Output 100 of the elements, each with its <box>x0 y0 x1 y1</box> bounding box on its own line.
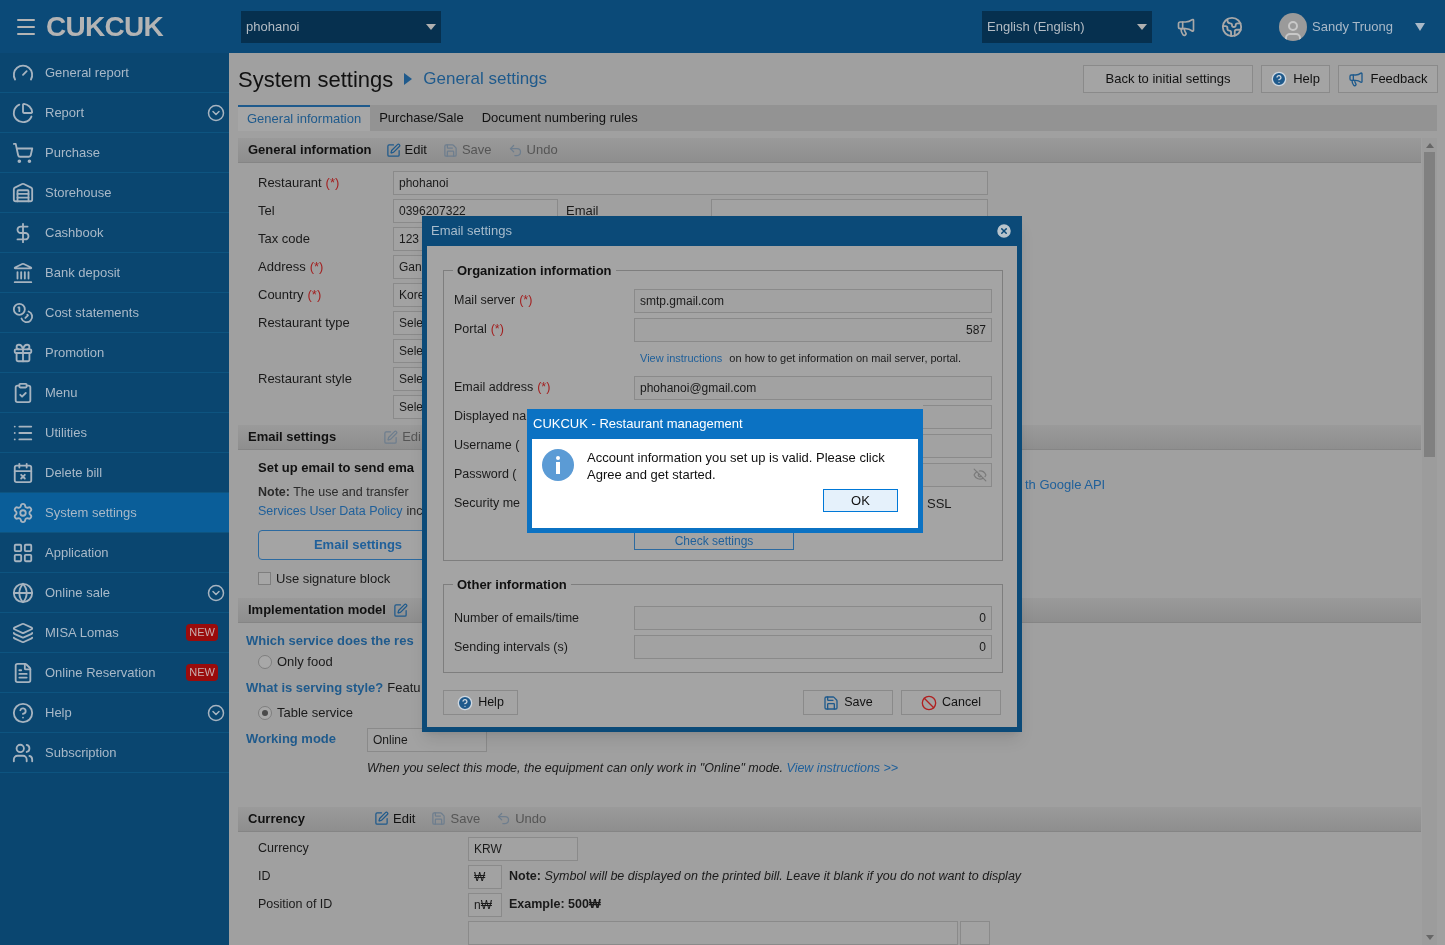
google-api-link[interactable]: th Google API <box>1025 475 1106 493</box>
edit-icon[interactable] <box>392 602 408 618</box>
field-label: Email <box>566 202 600 221</box>
text-field[interactable] <box>923 433 992 458</box>
text-field[interactable]: 0 <box>634 635 992 659</box>
question-text: Which service does the res <box>246 632 414 649</box>
text-field[interactable]: smtp.gmail.com <box>634 288 992 313</box>
help-button[interactable]: Help <box>443 690 518 715</box>
field-label: Tax code <box>258 230 311 249</box>
text-field[interactable] <box>468 920 958 945</box>
globe-icon[interactable] <box>1221 15 1244 38</box>
sidebar-item[interactable]: Online Reservation NEW <box>0 653 229 693</box>
sidebar-label: General report <box>45 63 130 82</box>
info-icon <box>542 449 574 481</box>
sidebar-label: Promotion <box>45 343 106 362</box>
text-field[interactable]: phohanoi@gmail.com <box>634 375 992 400</box>
text-field[interactable]: phohanoi <box>393 171 988 195</box>
sidebar-label: Bank deposit <box>45 263 122 282</box>
message-box-title: CUKCUK - Restaurant management <box>533 415 743 434</box>
page-title: System settings <box>238 65 394 94</box>
breadcrumb-link[interactable]: General settings <box>423 66 548 92</box>
field-label: Username ( <box>454 437 520 455</box>
edit-icon <box>383 429 399 445</box>
edit-icon <box>385 142 401 158</box>
field-label: Restaurant type <box>258 314 350 333</box>
note-text: inc <box>406 502 423 520</box>
expand-icon[interactable] <box>207 103 225 122</box>
edit-button[interactable]: Edit <box>374 809 416 829</box>
sidebar-item[interactable]: Bank deposit <box>0 253 229 293</box>
text-field[interactable]: KRW <box>468 836 578 861</box>
section-title: Currency <box>248 810 306 828</box>
sidebar-item[interactable]: MISA Lomas NEW <box>0 613 229 653</box>
expand-icon[interactable] <box>207 583 225 602</box>
sidebar-label: Cost statements <box>45 303 140 322</box>
expand-icon[interactable] <box>207 703 225 722</box>
reset-button[interactable]: Back to initial settings <box>1083 65 1253 93</box>
section-title: Implementation model <box>248 601 386 620</box>
breadcrumb-arrow-icon <box>404 73 413 85</box>
password-field[interactable] <box>923 462 992 487</box>
tab[interactable]: Purchase/Sale <box>370 105 473 131</box>
sidebar-item[interactable]: Online sale <box>0 573 229 613</box>
text-field[interactable] <box>923 404 992 429</box>
sidebar-item[interactable]: Report <box>0 93 229 133</box>
help-button[interactable]: Help <box>1261 65 1330 93</box>
sidebar-item[interactable]: System settings <box>0 493 229 533</box>
fieldset-title: Other information <box>456 575 568 594</box>
text-field[interactable]: n₩ <box>468 892 502 917</box>
checkbox[interactable] <box>258 571 271 585</box>
text-field[interactable]: ₩ <box>468 864 502 889</box>
sidebar-item[interactable]: Application <box>0 533 229 573</box>
scroll-down-icon[interactable] <box>1425 935 1434 940</box>
scrollbar[interactable] <box>1422 138 1437 945</box>
language-select[interactable]: English (English) <box>982 10 1153 43</box>
scroll-up-icon[interactable] <box>1425 143 1434 148</box>
save-button[interactable]: Save <box>803 690 893 715</box>
feedback-button[interactable]: Feedback <box>1338 65 1438 93</box>
required-mark: (*) <box>490 321 504 339</box>
radio-label: Table service <box>277 703 353 722</box>
sidebar-item[interactable]: Help <box>0 693 229 733</box>
text-field[interactable]: 0 <box>634 606 992 630</box>
ok-button[interactable]: OK <box>823 489 898 512</box>
sidebar-label: Online sale <box>45 583 112 602</box>
tab[interactable]: Document numbering rules <box>472 105 647 131</box>
save-icon <box>442 142 458 158</box>
description-text: When you select this mode, the equipment can only work in "Online" mode. View instructions >> <box>367 760 899 777</box>
working-mode-select[interactable]: Online <box>367 728 487 752</box>
close-icon[interactable] <box>995 222 1013 240</box>
policy-link[interactable]: Services User Data Policy <box>258 501 403 521</box>
sidebar-item[interactable]: Menu <box>0 373 229 413</box>
field-label: Working mode <box>246 730 338 748</box>
caret-icon <box>1137 23 1148 30</box>
save-icon <box>431 811 447 827</box>
instructions-link[interactable]: View instructions <box>640 350 723 367</box>
cancel-button[interactable]: Cancel <box>901 690 1001 715</box>
field-label: Security me <box>454 495 520 513</box>
avatar[interactable] <box>1279 12 1308 41</box>
required-mark: (*) <box>519 292 533 310</box>
question-note: Featu <box>387 679 421 696</box>
instructions-link[interactable]: View instructions >> <box>786 761 899 775</box>
sidebar-item[interactable]: Storehouse <box>0 173 229 213</box>
text-field[interactable] <box>960 920 990 945</box>
radio-button[interactable] <box>258 654 272 669</box>
note-text: Example: 500₩ <box>509 896 601 914</box>
text-field[interactable]: 587 <box>634 317 992 342</box>
edit-button[interactable]: Edit <box>385 140 427 160</box>
radio-button[interactable] <box>258 705 272 720</box>
restaurant-select[interactable]: phohanoi <box>241 10 441 43</box>
megaphone-icon[interactable] <box>1176 16 1197 37</box>
cancel-icon <box>921 694 938 711</box>
caret-icon[interactable] <box>1415 22 1425 31</box>
field-label: Email address <box>454 379 534 397</box>
sidebar-label: Storehouse <box>45 183 113 202</box>
new-badge: NEW <box>186 664 218 681</box>
eye-off-icon[interactable] <box>973 467 987 482</box>
fieldset-title: Organization information <box>456 262 613 280</box>
undo-icon <box>496 811 512 827</box>
tab[interactable]: General information <box>238 105 371 131</box>
user-name[interactable]: Sandy Truong <box>1312 16 1393 37</box>
sidebar-item[interactable]: Promotion <box>0 333 229 373</box>
radio-label: Only food <box>277 652 333 671</box>
